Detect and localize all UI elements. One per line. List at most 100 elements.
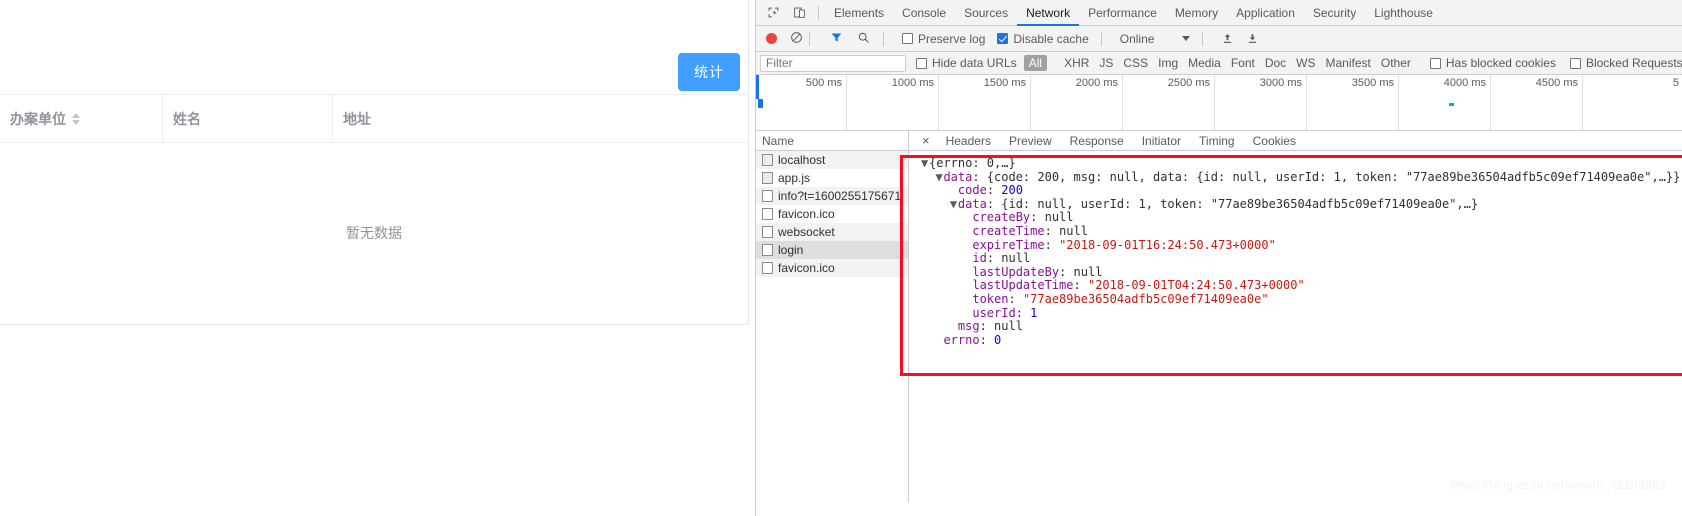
request-row-info[interactable]: info?t=1600255175671 [756, 187, 908, 205]
disclosure-triangle-icon[interactable]: ▼ [950, 197, 958, 212]
has-blocked-cookies-label: Has blocked cookies [1445, 56, 1556, 70]
detail-tab-response[interactable]: Response [1061, 131, 1133, 151]
json-line[interactable]: createTime: null [921, 224, 1682, 239]
timeline-tick: 3000 ms [1215, 75, 1307, 130]
statistics-card: 统计 办案单位 姓名 地址 暂无数据 [0, 0, 749, 325]
request-row-app-js[interactable]: app.js [756, 169, 908, 187]
type-filter-media[interactable]: Media [1183, 55, 1226, 71]
type-filter-font[interactable]: Font [1226, 55, 1260, 71]
json-line[interactable]: token: "77ae89be36504adfb5c09ef71409ea0e… [921, 292, 1682, 307]
type-filter-other[interactable]: Other [1376, 55, 1416, 71]
type-filter-all[interactable]: All [1023, 55, 1048, 71]
detail-tab-headers[interactable]: Headers [937, 131, 1000, 151]
preserve-log-checkbox[interactable]: Preserve log [902, 32, 985, 46]
response-preview-tree[interactable]: ▼{errno: 0,…} ▼data: {code: 200, msg: nu… [909, 151, 1682, 502]
json-line[interactable]: errno: 0 [921, 332, 1682, 348]
throttling-dropdown[interactable]: Online [1120, 32, 1191, 46]
export-har-icon[interactable] [1246, 32, 1259, 45]
hide-data-urls-checkbox[interactable]: Hide data URLs [916, 56, 1017, 70]
timeline-tick-label: 500 ms [805, 77, 842, 89]
request-row-favicon-1[interactable]: favicon.ico [756, 205, 908, 223]
devtools-tab-sources[interactable]: Sources [955, 0, 1017, 26]
json-line[interactable]: userId: 1 [921, 306, 1682, 321]
data-table: 办案单位 姓名 地址 暂无数据 [0, 94, 748, 323]
json-token: "2018-09-01T16:24:50.473+0000" [1059, 237, 1276, 252]
json-line[interactable]: ▼{errno: 0,…} [921, 156, 1682, 171]
disclosure-triangle-icon[interactable]: ▼ [921, 156, 929, 171]
checkbox-box-hide-data-urls[interactable] [916, 57, 927, 69]
disable-cache-checkbox[interactable]: Disable cache [997, 32, 1089, 46]
type-filter-img[interactable]: Img [1153, 55, 1183, 71]
hide-data-urls-label: Hide data URLs [932, 56, 1017, 70]
json-token: lastUpdateTime [972, 278, 1074, 293]
clear-icon[interactable] [790, 31, 803, 47]
request-row-localhost[interactable]: localhost [756, 151, 908, 169]
devtools-tab-application[interactable]: Application [1227, 0, 1304, 26]
json-token: 200 [1001, 183, 1023, 198]
checkbox-box-has-blocked-cookies[interactable] [1429, 57, 1441, 69]
timeline-tick: 2000 ms [1031, 75, 1123, 130]
json-line[interactable]: ▼data: {code: 200, msg: null, data: {id:… [921, 169, 1682, 185]
devtools-tab-elements[interactable]: Elements [825, 0, 893, 26]
filter-input[interactable] [760, 54, 906, 72]
devtools-tab-performance[interactable]: Performance [1079, 0, 1166, 26]
document-filled-icon [762, 172, 773, 184]
device-toolbar-icon[interactable] [786, 2, 812, 24]
request-detail-pane: × Headers Preview Response Initiator Tim… [909, 131, 1682, 502]
type-filter-xhr[interactable]: XHR [1059, 55, 1094, 71]
table-header-cell-name[interactable]: 姓名 [163, 95, 333, 142]
request-row-websocket[interactable]: websocket [756, 223, 908, 241]
json-line[interactable]: expireTime: "2018-09-01T16:24:50.473+000… [921, 237, 1682, 253]
sort-caret-icon[interactable] [72, 112, 80, 125]
inspect-element-icon[interactable] [760, 2, 786, 24]
type-filter-css[interactable]: CSS [1118, 55, 1153, 71]
network-overview-timeline[interactable]: 500 ms 1000 ms 1500 ms 2000 ms 2500 ms 3… [756, 75, 1682, 131]
request-row-login[interactable]: login [756, 241, 908, 259]
json-line[interactable]: lastUpdateTime: "2018-09-01T04:24:50.473… [921, 279, 1682, 293]
search-icon[interactable] [857, 31, 870, 47]
json-line[interactable]: msg: null [921, 319, 1682, 334]
statistics-button[interactable]: 统计 [678, 53, 740, 91]
json-line[interactable]: lastUpdateBy: null [921, 265, 1682, 280]
timeline-tick-label: 3000 ms [1259, 77, 1302, 89]
devtools-tab-lighthouse[interactable]: Lighthouse [1365, 0, 1442, 26]
checkbox-box-blocked-requests[interactable] [1569, 57, 1581, 69]
type-filter-doc[interactable]: Doc [1260, 55, 1291, 71]
devtools-tab-console[interactable]: Console [893, 0, 955, 26]
devtools-tab-network[interactable]: Network [1017, 0, 1079, 26]
type-filter-js[interactable]: JS [1094, 55, 1118, 71]
devtools-tab-memory[interactable]: Memory [1166, 0, 1227, 26]
type-filter-ws[interactable]: WS [1291, 55, 1320, 71]
toolbar-divider [818, 5, 819, 20]
type-filter-manifest[interactable]: Manifest [1321, 55, 1376, 71]
table-header-cell-address[interactable]: 地址 [333, 95, 748, 142]
detail-tab-cookies[interactable]: Cookies [1244, 131, 1305, 151]
request-row-favicon-2[interactable]: favicon.ico [756, 259, 908, 277]
detail-tab-initiator[interactable]: Initiator [1133, 131, 1190, 151]
blocked-requests-checkbox[interactable]: Blocked Requests [1569, 56, 1682, 70]
json-token: ,…}} [1651, 169, 1681, 184]
filter-icon[interactable] [830, 31, 843, 47]
has-blocked-cookies-checkbox[interactable]: Has blocked cookies [1429, 56, 1556, 70]
screenshot-root: 统计 办案单位 姓名 地址 暂无数据 Elements Console Sour… [0, 0, 1682, 516]
record-button-icon[interactable] [766, 33, 777, 44]
json-token: 0 [994, 332, 1002, 347]
json-line[interactable]: createBy: null [921, 211, 1682, 225]
card-toolbar: 统计 [0, 0, 748, 94]
json-token: : [1030, 210, 1045, 225]
detail-tab-timing[interactable]: Timing [1190, 131, 1244, 151]
json-token: "77ae89be36504adfb5c09ef71409ea0e" [1405, 169, 1652, 184]
json-token: code [957, 183, 987, 198]
table-header-cell-unit[interactable]: 办案单位 [0, 95, 163, 142]
close-icon[interactable]: × [915, 131, 937, 151]
request-list-header[interactable]: Name [756, 131, 908, 151]
json-line[interactable]: ▼data: {id: null, userId: 1, token: "77a… [921, 197, 1682, 212]
checkbox-box-preserve-log[interactable] [902, 33, 913, 44]
import-har-icon[interactable] [1221, 32, 1234, 45]
devtools-tab-security[interactable]: Security [1304, 0, 1365, 26]
json-line[interactable]: code: 200 [921, 183, 1682, 198]
detail-tab-preview[interactable]: Preview [1000, 131, 1061, 151]
json-line[interactable]: id: null [921, 251, 1682, 266]
preserve-log-label: Preserve log [918, 31, 986, 46]
checkbox-box-disable-cache[interactable] [997, 33, 1009, 44]
